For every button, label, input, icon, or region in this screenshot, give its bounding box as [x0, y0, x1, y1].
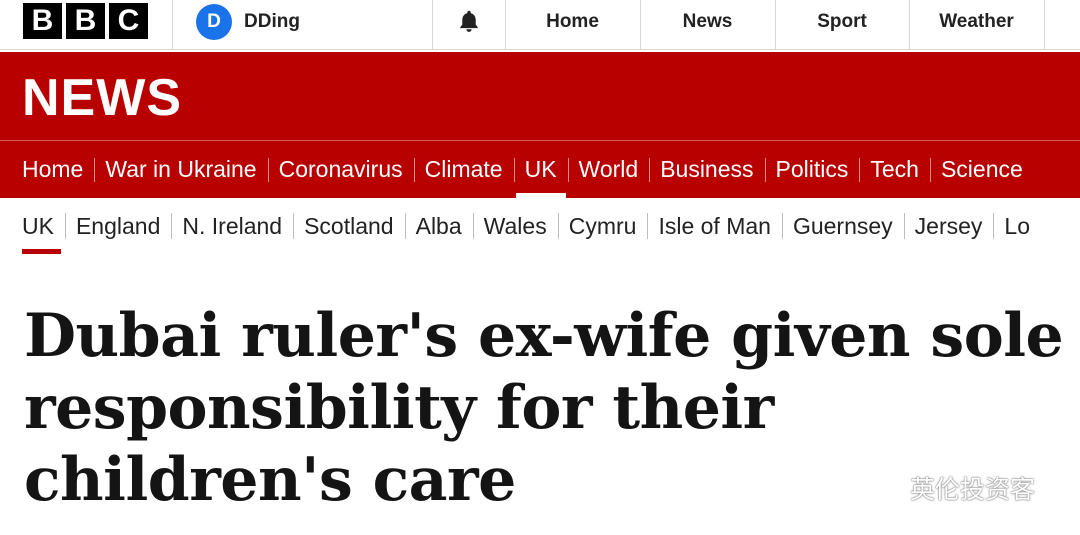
topnav-home[interactable]: Home	[505, 0, 640, 44]
subnav-item-england[interactable]: England	[64, 198, 171, 254]
nav-item-business[interactable]: Business	[649, 141, 764, 198]
divider	[172, 0, 173, 50]
nav-item-war-in-ukraine[interactable]: War in Ukraine	[94, 141, 267, 198]
topnav-sport[interactable]: Sport	[775, 0, 909, 44]
wechat-icon	[863, 472, 901, 505]
subnav-item-jersey[interactable]: Jersey	[903, 198, 994, 254]
divider	[1044, 0, 1045, 50]
nav-item-coronavirus[interactable]: Coronavirus	[267, 141, 414, 198]
news-wordmark[interactable]: NEWS	[22, 68, 182, 128]
subnav-item-guernsey[interactable]: Guernsey	[781, 198, 904, 254]
watermark-text: 英伦投资客	[910, 475, 1036, 504]
nav-item-world[interactable]: World	[567, 141, 650, 198]
nav-item-home[interactable]: Home	[0, 141, 94, 198]
account-link[interactable]: D DDing	[196, 4, 300, 40]
subnav-item-uk[interactable]: UK	[0, 198, 65, 254]
nav-item-uk[interactable]: UK	[513, 141, 568, 198]
subnav-item-local[interactable]: Lo	[993, 198, 1041, 254]
topnav-weather[interactable]: Weather	[909, 0, 1044, 44]
subnav-item-alba[interactable]: Alba	[404, 198, 473, 254]
primary-nav: Home War in Ukraine Coronavirus Climate …	[0, 141, 1034, 198]
bbc-logo-block: C	[109, 3, 148, 39]
news-header: NEWS Home War in Ukraine Coronavirus Cli…	[0, 52, 1080, 198]
bbc-logo-block: B	[66, 3, 105, 39]
subnav-item-scotland[interactable]: Scotland	[293, 198, 405, 254]
global-header: B B C D DDing Home News Sport Weather	[0, 0, 1080, 50]
subnav-item-isle-of-man[interactable]: Isle of Man	[647, 198, 782, 254]
subnav-item-n-ireland[interactable]: N. Ireland	[171, 198, 293, 254]
subnav-item-wales[interactable]: Wales	[472, 198, 558, 254]
account-name: DDing	[244, 11, 300, 32]
bell-icon[interactable]	[456, 8, 482, 34]
watermark: 英伦投资客	[862, 470, 1035, 506]
topnav-news[interactable]: News	[640, 0, 775, 44]
secondary-nav: UK England N. Ireland Scotland Alba Wale…	[0, 198, 1041, 254]
nav-item-tech[interactable]: Tech	[859, 141, 930, 198]
subnav-item-cymru[interactable]: Cymru	[557, 198, 648, 254]
bbc-logo-block: B	[23, 3, 62, 39]
nav-item-politics[interactable]: Politics	[764, 141, 860, 198]
nav-item-climate[interactable]: Climate	[413, 141, 514, 198]
avatar: D	[196, 4, 232, 40]
bbc-logo[interactable]: B B C	[23, 3, 148, 39]
divider	[432, 0, 433, 50]
nav-item-science[interactable]: Science	[929, 141, 1034, 198]
